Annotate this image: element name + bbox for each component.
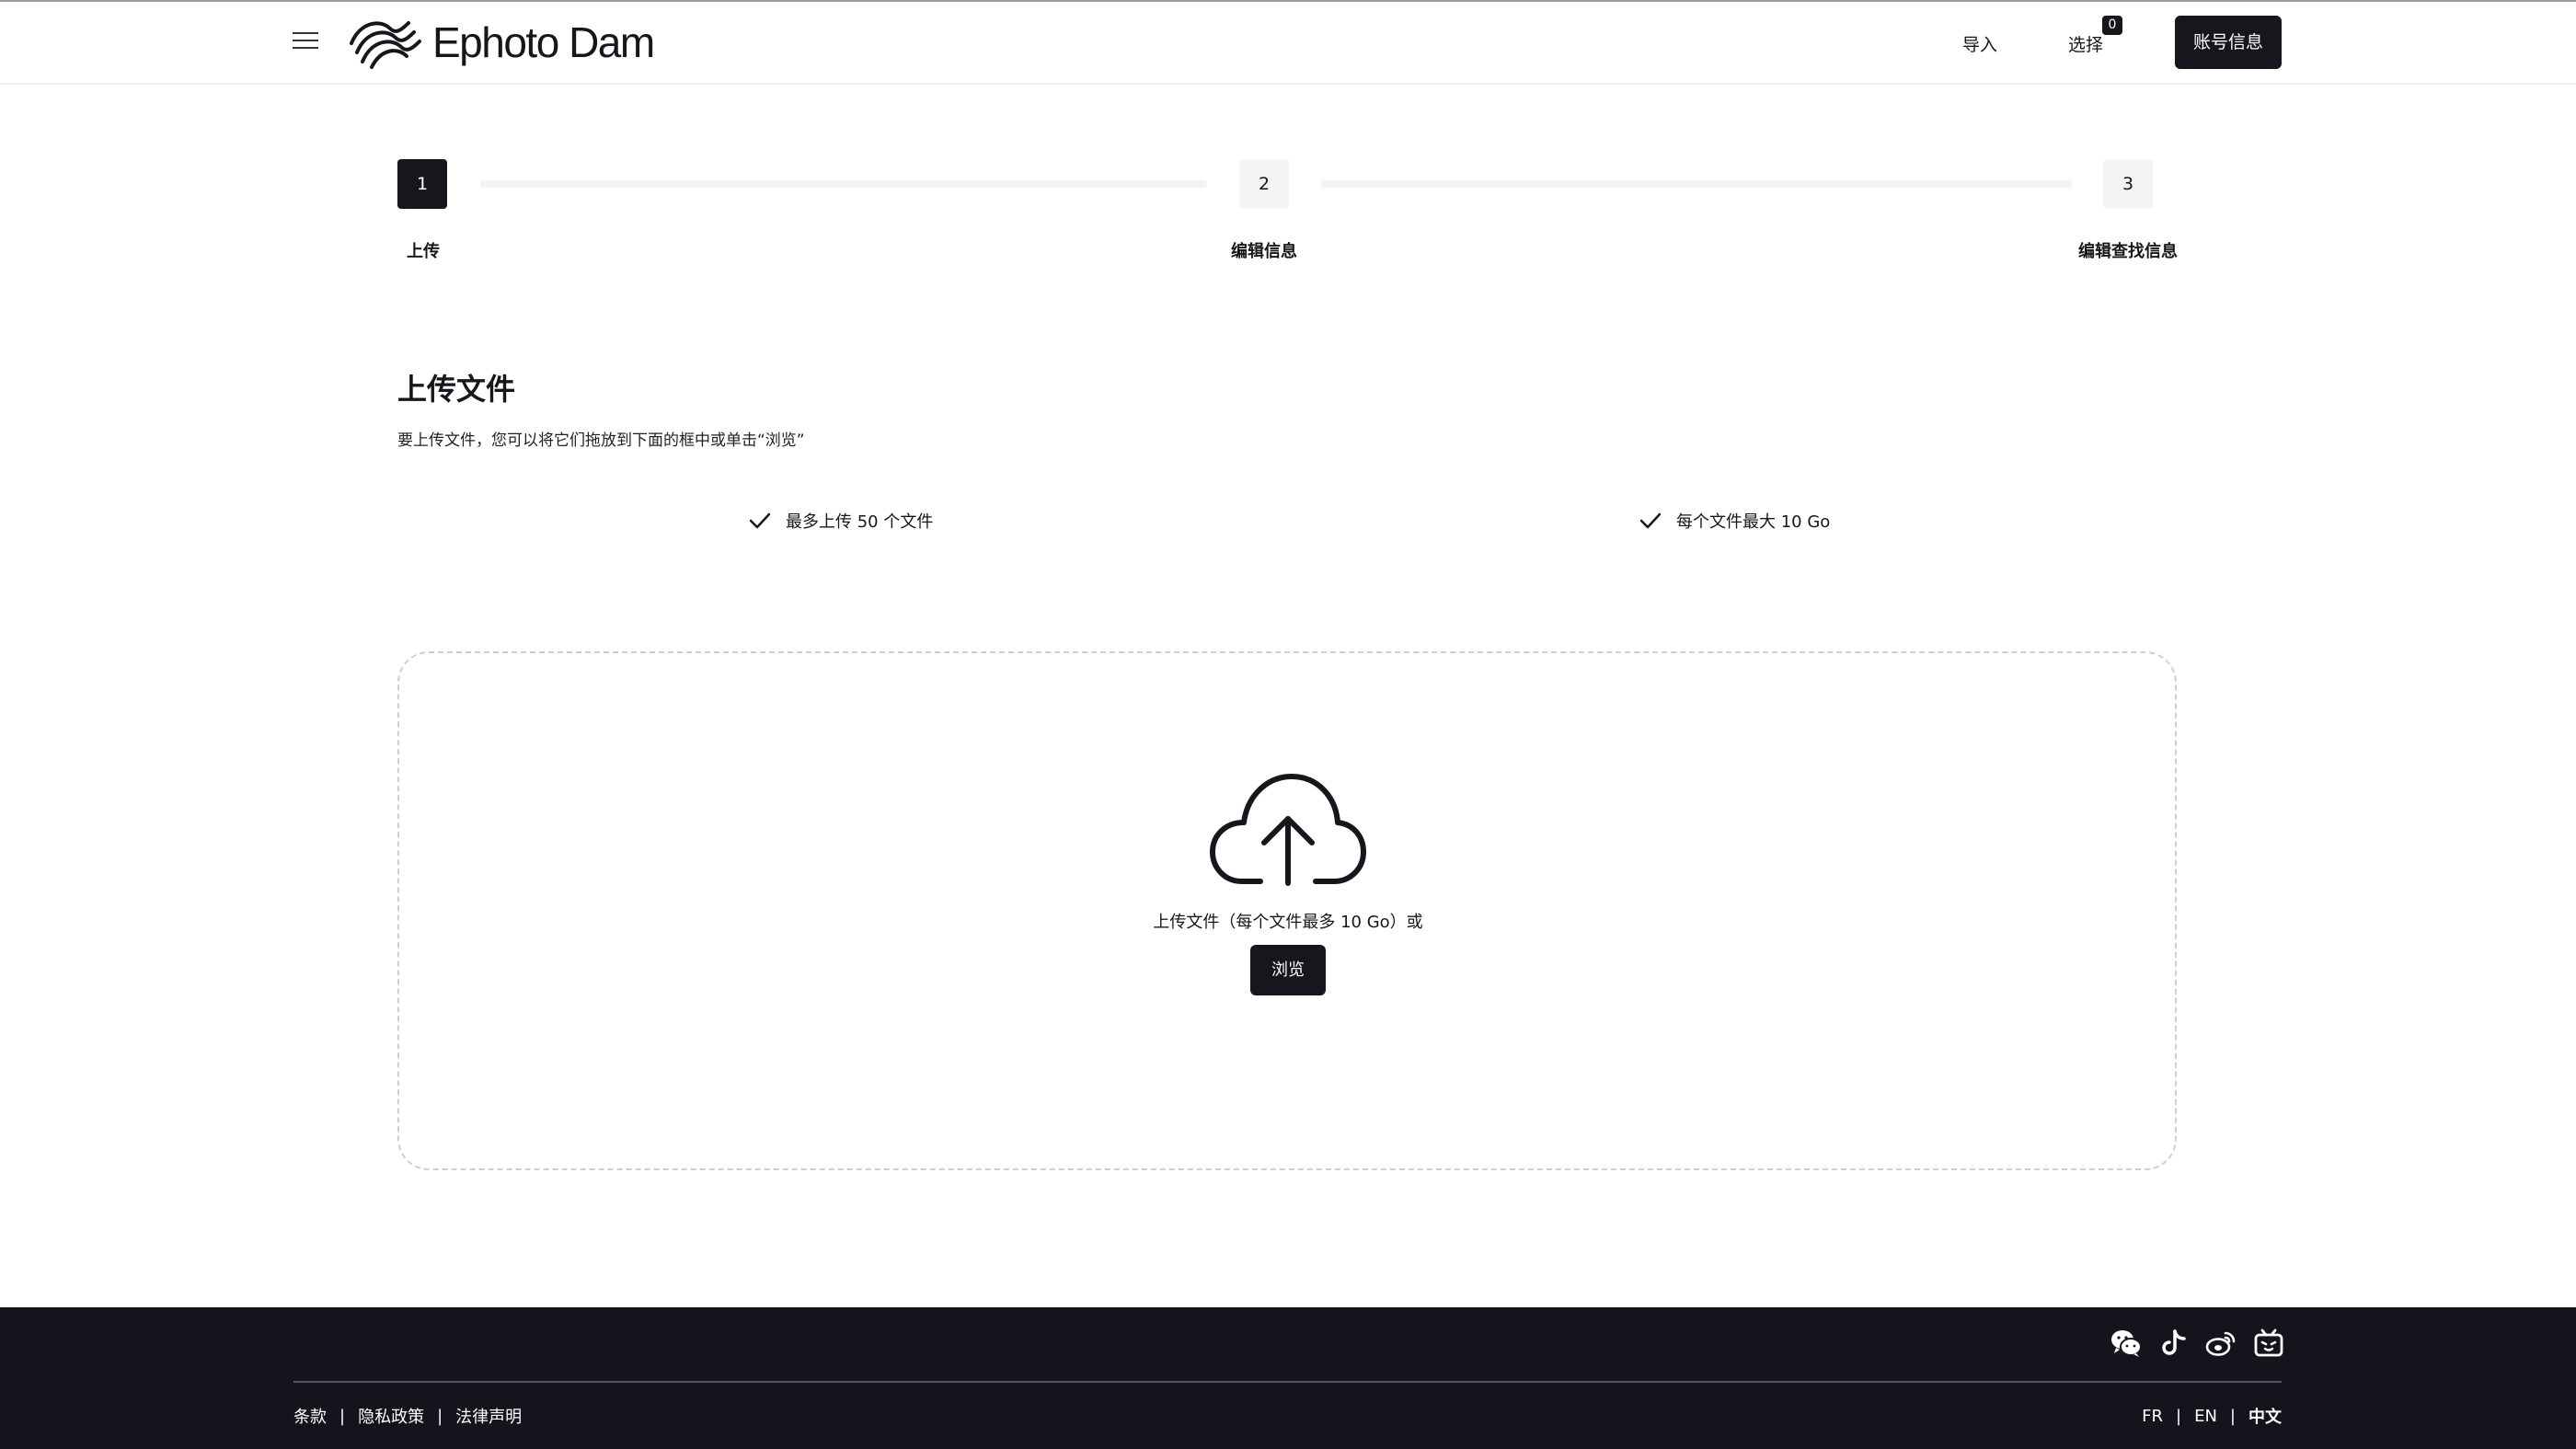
language-zh[interactable]: 中文 (2248, 1404, 2282, 1428)
account-info-button[interactable]: 账号信息 (2175, 16, 2282, 69)
checkmark-icon (1639, 512, 1662, 529)
selection-count-badge: 0 (2102, 16, 2122, 35)
weibo-icon[interactable] (2205, 1328, 2237, 1359)
upload-description: 要上传文件，您可以将它们拖放到下面的框中或单击“浏览” (397, 431, 805, 450)
step-2-indicator: 2 (1239, 159, 1289, 209)
step-3-label: 编辑查找信息 (2078, 242, 2178, 261)
privacy-policy-link[interactable]: 隐私政策 (358, 1404, 424, 1428)
feature-max-files-text: 最多上传 50 个文件 (786, 512, 934, 532)
feature-max-size-text: 每个文件最大 10 Go (1676, 512, 1831, 532)
step-1-indicator: 1 (397, 159, 447, 209)
legal-notice-link[interactable]: 法律声明 (455, 1404, 522, 1428)
tiktok-icon[interactable] (2158, 1328, 2190, 1359)
language-en[interactable]: EN (2194, 1407, 2217, 1426)
browse-button[interactable]: 浏览 (1250, 945, 1326, 995)
wechat-icon[interactable] (2110, 1328, 2142, 1359)
upload-title: 上传文件 (397, 372, 516, 407)
terms-link[interactable]: 条款 (293, 1404, 327, 1428)
language-separator: | (2229, 1406, 2236, 1426)
footer-divider (293, 1381, 2282, 1383)
nav-import-link[interactable]: 导入 (1962, 31, 1997, 56)
footer-separator: | (339, 1406, 346, 1426)
step-progress-line-2 (1321, 180, 2072, 188)
step-1-label: 上传 (407, 242, 440, 261)
checkmark-icon (749, 512, 771, 529)
nav-select-link[interactable]: 选择 (2068, 31, 2103, 56)
step-progress-line-1 (480, 180, 1207, 188)
language-separator: | (2176, 1406, 2182, 1426)
top-header: Ephoto Dam 导入 选择 0 账号信息 (0, 2, 2576, 85)
bilibili-icon[interactable] (2253, 1328, 2284, 1359)
language-fr[interactable]: FR (2142, 1407, 2163, 1426)
cloud-upload-icon (1210, 774, 1366, 886)
step-2-label: 编辑信息 (1231, 242, 1297, 261)
logo-text: Ephoto Dam (432, 18, 655, 66)
language-switcher: FR | EN | 中文 (2142, 1404, 2282, 1428)
footer-legal-links: 条款 | 隐私政策 | 法律声明 (293, 1404, 522, 1428)
feature-max-files: 最多上传 50 个文件 (749, 509, 933, 533)
ephoto-logo-icon (350, 21, 421, 69)
footer-separator: | (437, 1406, 443, 1426)
dropzone-instruction: 上传文件（每个文件最多 10 Go）或 (1153, 913, 1423, 932)
step-3-indicator: 3 (2103, 159, 2153, 209)
feature-max-size: 每个文件最大 10 Go (1639, 509, 1830, 533)
brand-logo[interactable]: Ephoto Dam (348, 13, 655, 72)
menu-icon[interactable] (293, 29, 318, 52)
